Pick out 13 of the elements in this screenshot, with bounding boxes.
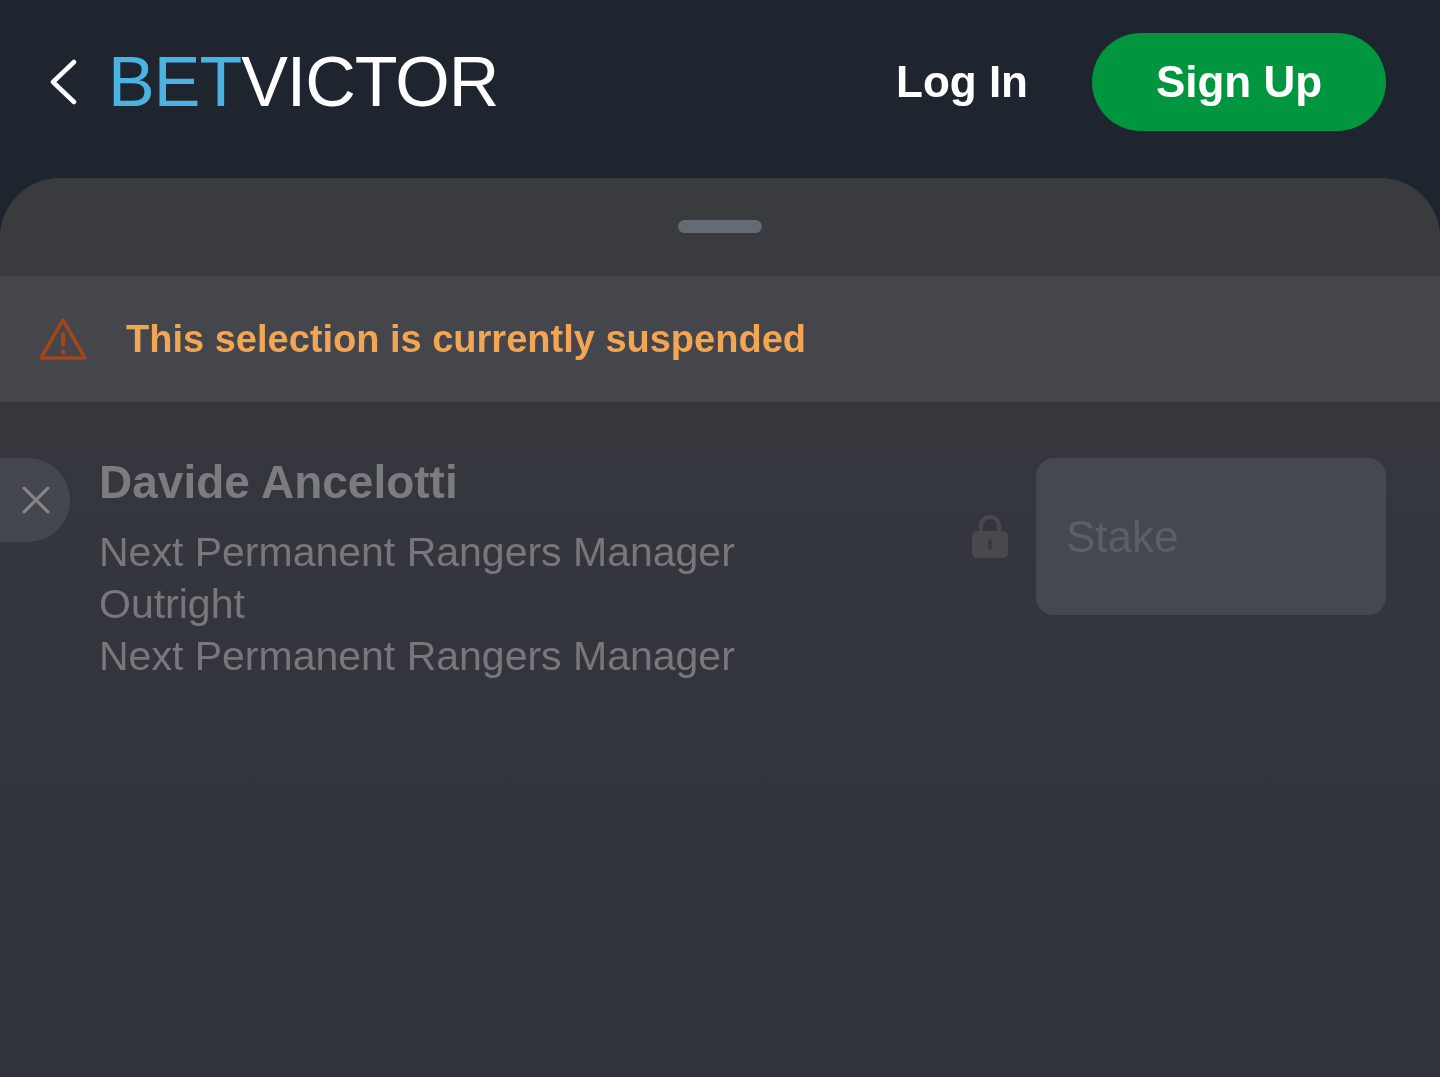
login-link[interactable]: Log In	[896, 57, 1028, 107]
drag-handle[interactable]	[678, 220, 762, 233]
market-text: Next Permanent Rangers Manager	[99, 528, 736, 577]
market-text: Outright	[99, 580, 246, 629]
brand-logo: BETVICTOR	[108, 47, 499, 117]
remove-button[interactable]	[0, 458, 70, 542]
selection-name: Davide Ancelotti	[99, 456, 459, 508]
market-text: Next Permanent Rangers Manager	[99, 632, 736, 681]
warning-icon	[38, 317, 88, 361]
close-icon[interactable]	[22, 486, 50, 514]
signup-button[interactable]: Sign Up	[1092, 33, 1386, 131]
alert-message: This selection is currently suspended	[126, 316, 806, 362]
back-chevron-icon[interactable]	[50, 59, 77, 105]
